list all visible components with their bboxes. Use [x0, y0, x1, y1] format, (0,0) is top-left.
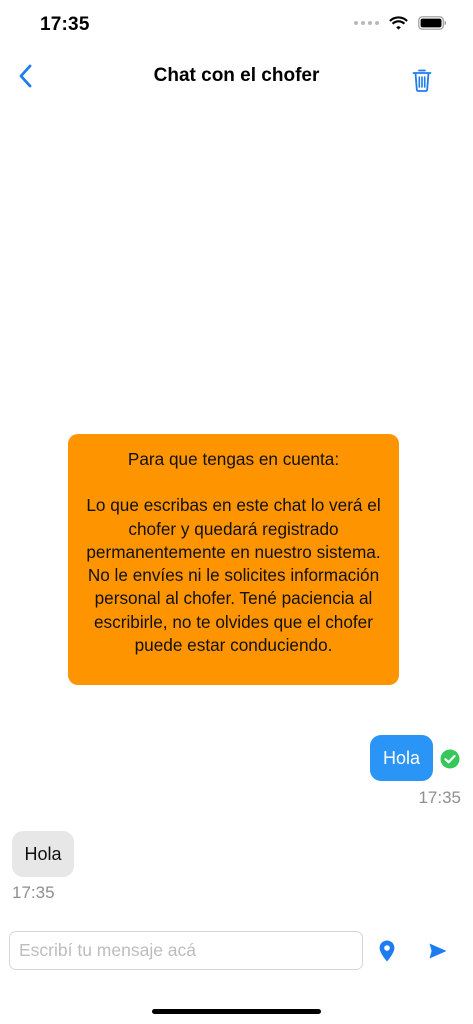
notice-body: Lo que escribas en este chat lo verá el …	[86, 495, 381, 656]
delete-chat-button[interactable]	[409, 66, 435, 94]
message-text: Hola	[382, 747, 421, 768]
home-indicator[interactable]	[152, 1009, 321, 1014]
message-input[interactable]	[9, 931, 363, 970]
message-text: Hola	[24, 843, 62, 864]
status-time: 17:35	[40, 14, 90, 35]
status-bar: 17:35	[0, 0, 473, 50]
page-title: Chat con el chofer	[153, 65, 320, 86]
send-button[interactable]	[427, 940, 449, 962]
status-icons	[354, 16, 447, 30]
read-check-icon	[440, 749, 460, 769]
chat-notice: Para que tengas en cuenta: Lo que escrib…	[68, 434, 399, 685]
message-timestamp: 17:35	[418, 788, 461, 807]
wifi-icon	[389, 16, 408, 30]
nav-bar: Chat con el chofer	[0, 52, 473, 102]
incoming-message-bubble[interactable]: Hola	[12, 831, 74, 877]
signal-dots-icon	[354, 21, 379, 25]
send-location-button[interactable]	[376, 938, 398, 964]
send-icon	[429, 943, 447, 959]
battery-icon	[418, 16, 447, 30]
location-pin-icon	[379, 940, 395, 962]
notice-title: Para que tengas en cuenta:	[127, 449, 340, 469]
outgoing-message-bubble[interactable]: Hola	[370, 735, 433, 781]
trash-icon	[412, 69, 432, 92]
message-timestamp: 17:35	[12, 883, 55, 902]
